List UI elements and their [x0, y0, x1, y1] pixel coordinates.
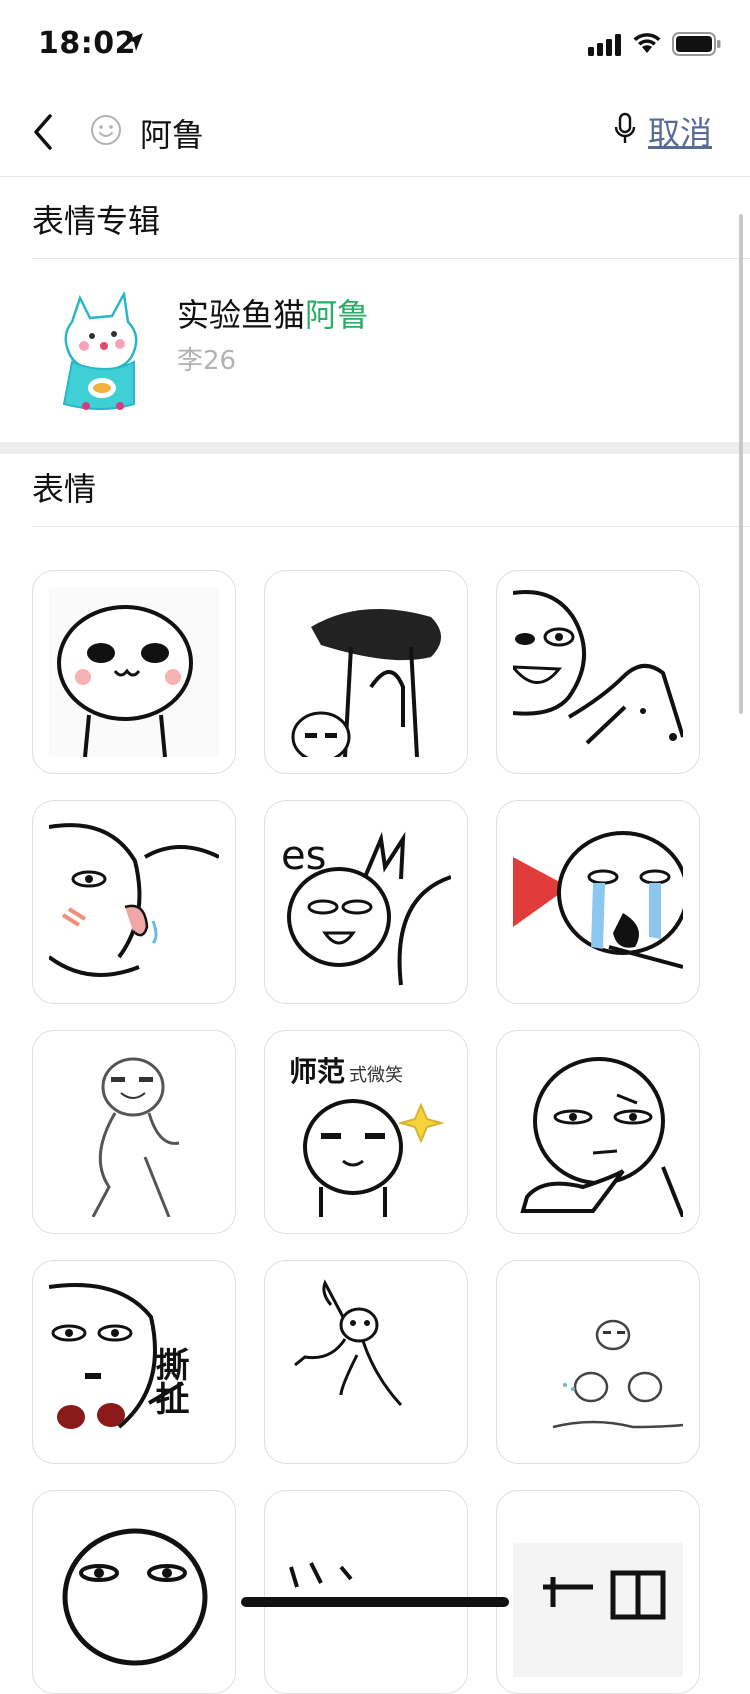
- sticker-item[interactable]: 撕扯: [32, 1260, 236, 1464]
- sticker-image: [289, 1562, 353, 1588]
- microphone-icon[interactable]: [614, 112, 636, 146]
- search-input[interactable]: 阿鲁: [140, 110, 204, 156]
- sticker-image: [513, 590, 683, 745]
- battery-icon: [672, 32, 721, 56]
- divider: [32, 526, 750, 527]
- scrollbar[interactable]: [739, 214, 743, 714]
- sticker-image: [513, 1543, 683, 1677]
- album-thumbnail: [62, 292, 138, 410]
- sticker-item[interactable]: es: [264, 800, 468, 1004]
- sticker-item[interactable]: [496, 1260, 700, 1464]
- location-arrow-icon: [127, 33, 143, 51]
- sticker-image: 撕扯: [49, 1283, 189, 1429]
- wifi-icon: [633, 33, 661, 53]
- album-title: 实验鱼猫阿鲁: [177, 290, 369, 336]
- sticker-image: [49, 587, 219, 757]
- sticker-image: [291, 609, 441, 757]
- sticker-image: 师范 式微笑: [289, 1055, 445, 1217]
- search-bar: 阿鲁 取消: [0, 88, 750, 177]
- back-chevron-icon[interactable]: [28, 110, 68, 154]
- signal-icon: [588, 34, 621, 56]
- sticker-image: [520, 1057, 683, 1217]
- stickers-section-title: 表情: [32, 470, 97, 508]
- sticker-item[interactable]: [496, 1030, 700, 1234]
- sticker-image: [49, 823, 219, 977]
- sticker-item[interactable]: [264, 1260, 468, 1464]
- sticker-item[interactable]: [496, 570, 700, 774]
- sticker-image: [552, 1319, 683, 1429]
- status-time: 18:02: [38, 26, 136, 61]
- album-author: 李26: [177, 346, 237, 376]
- sticker-item[interactable]: [32, 800, 236, 1004]
- albums-section-title: 表情专辑: [32, 202, 161, 240]
- sticker-image: [91, 1057, 180, 1217]
- sticker-item[interactable]: [32, 1030, 236, 1234]
- cancel-button[interactable]: 取消: [648, 108, 712, 154]
- album-title-prefix: 实验鱼猫: [177, 296, 306, 334]
- album-item[interactable]: 实验鱼猫阿鲁 李26: [32, 268, 750, 442]
- album-title-highlight: 阿鲁: [305, 296, 370, 334]
- emoji-smile-icon: [91, 115, 121, 145]
- sticker-item[interactable]: [32, 1490, 236, 1694]
- sticker-image: [62, 1528, 208, 1666]
- status-bar: 18:02: [0, 0, 750, 88]
- divider: [32, 258, 750, 259]
- sticker-item[interactable]: [264, 570, 468, 774]
- sticker-caption: 师范: [289, 1055, 345, 1088]
- sticker-image: es: [281, 831, 451, 986]
- sticker-image: [294, 1279, 403, 1407]
- sticker-item[interactable]: [496, 1490, 700, 1694]
- section-gap: [0, 442, 750, 454]
- sticker-item[interactable]: [496, 800, 700, 1004]
- sticker-caption: 撕扯: [149, 1347, 189, 1415]
- sticker-image: [513, 831, 683, 969]
- sticker-item[interactable]: 师范 式微笑: [264, 1030, 468, 1234]
- sticker-item[interactable]: [264, 1490, 468, 1694]
- home-indicator: [241, 1597, 509, 1607]
- sticker-item[interactable]: [32, 570, 236, 774]
- sticker-caption-sub: 式微笑: [349, 1065, 403, 1086]
